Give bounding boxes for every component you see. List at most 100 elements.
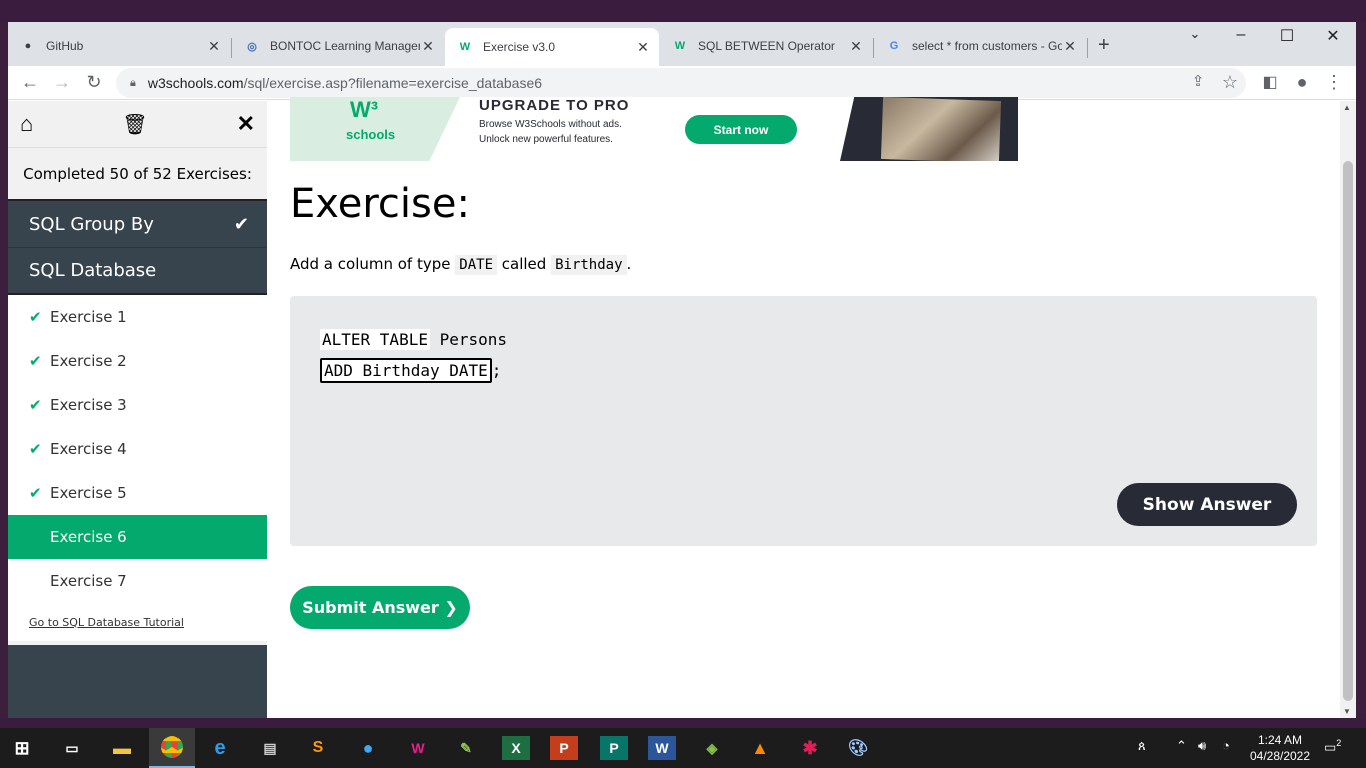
code-table-name: Persons: [439, 330, 508, 349]
powerpoint-icon[interactable]: P: [550, 736, 578, 760]
publisher-icon[interactable]: P: [600, 736, 628, 760]
sidebar-group-sql-database[interactable]: SQL Database: [8, 247, 267, 295]
exercise-label: Exercise 6: [50, 528, 127, 546]
paint-icon[interactable]: 🎨︎: [844, 736, 872, 760]
answer-input[interactable]: ADD Birthday DATE: [320, 358, 492, 383]
excel-icon[interactable]: X: [502, 736, 530, 760]
desc-text: Add a column of type: [290, 255, 451, 273]
scroll-up-icon[interactable]: ▲: [1343, 103, 1351, 112]
volume-icon[interactable]: 🔊︎: [1198, 738, 1206, 754]
back-arrow-icon[interactable]: ←: [18, 72, 42, 93]
trash-icon[interactable]: 🗑︎: [122, 112, 147, 137]
desc-code-type: DATE: [455, 255, 497, 275]
scroll-down-icon[interactable]: ▼: [1343, 707, 1351, 716]
close-icon[interactable]: ✕: [635, 39, 651, 56]
exercise-label: Exercise 4: [50, 440, 127, 458]
file-explorer-icon[interactable]: ▬: [108, 736, 136, 760]
windows-taskbar: ⊞ ▭ ▬ e ▤ S ● W ✎ X P P W ◈ ▲ ✱ 🎨︎ ጰ ⌃ 🔊…: [0, 728, 1366, 768]
slack-icon[interactable]: ✱: [796, 736, 824, 760]
checkmark-icon: ✔: [29, 484, 42, 502]
profile-avatar-icon[interactable]: ●: [1290, 72, 1314, 93]
sidebar-item-exercise-7[interactable]: Exercise 7: [8, 559, 267, 603]
ad-headline: UPGRADE TO PRO: [479, 97, 630, 114]
word-icon[interactable]: W: [648, 736, 676, 760]
checkmark-icon: ✔: [29, 396, 42, 414]
code-keyword: ALTER TABLE: [320, 329, 430, 350]
tab-strip: ● GitHub ✕ ◎ BONTOC Learning Managen ✕ W…: [8, 22, 1356, 66]
page-content: ⌂ 🗑︎ ✕ Completed 50 of 52 Exercises: SQL…: [8, 97, 1356, 719]
maximize-button[interactable]: ☐: [1264, 26, 1310, 46]
tutorial-link[interactable]: Go to SQL Database Tutorial: [8, 603, 267, 641]
exercise-main: W³ schools UPGRADE TO PRO Browse W3Schoo…: [268, 97, 1340, 719]
sidebar-item-exercise-1[interactable]: ✔ Exercise 1: [8, 295, 267, 339]
exercise-label: Exercise 3: [50, 396, 127, 414]
vlc-icon[interactable]: ▲: [746, 736, 774, 760]
close-window-button[interactable]: ✕: [1310, 26, 1356, 46]
close-icon[interactable]: ✕: [848, 38, 864, 55]
ad-subtext: Browse W3Schools without ads. Unlock new…: [479, 117, 622, 147]
sidebar-item-exercise-3[interactable]: ✔ Exercise 3: [8, 383, 267, 427]
notepad-icon[interactable]: ✎: [452, 736, 480, 760]
address-bar[interactable]: 🔒︎ w3schools.com/sql/exercise.asp?filena…: [116, 68, 1246, 98]
sidebar-item-exercise-4[interactable]: ✔ Exercise 4: [8, 427, 267, 471]
url-host: w3schools.com: [147, 75, 244, 91]
show-answer-button[interactable]: Show Answer: [1117, 483, 1297, 526]
sidebar-item-exercise-5[interactable]: ✔ Exercise 5: [8, 471, 267, 515]
exercise-label: Exercise 1: [50, 308, 127, 326]
ad-start-now-button[interactable]: Start now: [685, 115, 797, 144]
scroll-thumb[interactable]: [1343, 161, 1353, 701]
security-app-icon[interactable]: ◈: [698, 736, 726, 760]
taskbar-clock[interactable]: 1:24 AM 04/28/2022: [1244, 732, 1316, 764]
ad-photo: [880, 97, 1002, 161]
menu-kebab-icon[interactable]: ⋮: [1322, 72, 1346, 93]
close-sidebar-icon[interactable]: ✕: [237, 111, 255, 137]
close-icon[interactable]: ✕: [420, 38, 436, 55]
wifi-icon[interactable]: ◔: [1222, 738, 1230, 753]
tab-google-search[interactable]: G select * from customers - Go ✕: [874, 30, 1086, 62]
sublime-text-icon[interactable]: S: [304, 736, 332, 760]
close-icon[interactable]: ✕: [206, 38, 222, 55]
windows-start-icon[interactable]: ⊞: [8, 736, 36, 760]
exercise-title: Exercise:: [290, 181, 470, 227]
edge-icon[interactable]: e: [206, 736, 234, 760]
submit-answer-button[interactable]: Submit Answer ❯: [290, 586, 470, 629]
app-blue-icon[interactable]: ●: [354, 736, 382, 760]
wamp-icon[interactable]: W: [404, 736, 432, 760]
completed-count: Completed 50 of 52 Exercises:: [8, 147, 267, 199]
group-label: SQL Database: [29, 260, 157, 281]
forward-arrow-icon[interactable]: →: [50, 72, 74, 93]
exercise-description: Add a column of type DATE called Birthda…: [290, 255, 631, 275]
task-view-icon[interactable]: ▭: [58, 736, 86, 760]
sidebar-group-sql-group-by[interactable]: SQL Group By ✔: [8, 199, 267, 247]
chrome-icon[interactable]: [149, 728, 195, 768]
notification-center-icon[interactable]: ▭2: [1324, 738, 1341, 755]
people-icon[interactable]: ጰ: [1138, 738, 1146, 754]
tab-exercise[interactable]: W Exercise v3.0 ✕: [445, 28, 659, 66]
bookmark-star-icon[interactable]: ☆: [1218, 72, 1242, 93]
ad-banner[interactable]: W³ schools UPGRADE TO PRO Browse W3Schoo…: [290, 97, 1018, 161]
tab-search-icon[interactable]: ⌄: [1172, 26, 1218, 42]
exercise-label: Exercise 2: [50, 352, 127, 370]
tray-chevron-icon[interactable]: ⌃: [1176, 738, 1187, 754]
url-path: /sql/exercise.asp?filename=exercise_data…: [243, 75, 543, 91]
tab-github[interactable]: ● GitHub ✕: [8, 30, 230, 62]
home-icon[interactable]: ⌂: [20, 111, 33, 137]
side-panel-icon[interactable]: ◧: [1258, 72, 1282, 92]
minimize-button[interactable]: –: [1218, 26, 1264, 44]
php-app-icon[interactable]: ▤: [256, 736, 284, 760]
tab-bontoc[interactable]: ◎ BONTOC Learning Managen ✕: [232, 30, 444, 62]
sidebar-item-exercise-6[interactable]: Exercise 6: [8, 515, 267, 559]
checkmark-icon: ✔: [29, 440, 42, 458]
checkmark-icon: ✔: [29, 352, 42, 370]
page-scrollbar[interactable]: ▲ ▼: [1340, 101, 1356, 719]
browser-window: ● GitHub ✕ ◎ BONTOC Learning Managen ✕ W…: [8, 22, 1356, 719]
sidebar-item-exercise-2[interactable]: ✔ Exercise 2: [8, 339, 267, 383]
sidebar-toolbar: ⌂ 🗑︎ ✕: [8, 101, 267, 147]
share-icon[interactable]: ⇪: [1186, 72, 1210, 90]
lock-icon[interactable]: 🔒︎: [130, 77, 136, 90]
close-icon[interactable]: ✕: [1062, 38, 1078, 55]
tab-sql-between[interactable]: W SQL BETWEEN Operator ✕: [660, 30, 872, 62]
reload-icon[interactable]: ↻: [82, 72, 106, 93]
desktop-background-top: [0, 0, 1366, 22]
new-tab-button[interactable]: +: [1098, 34, 1110, 57]
